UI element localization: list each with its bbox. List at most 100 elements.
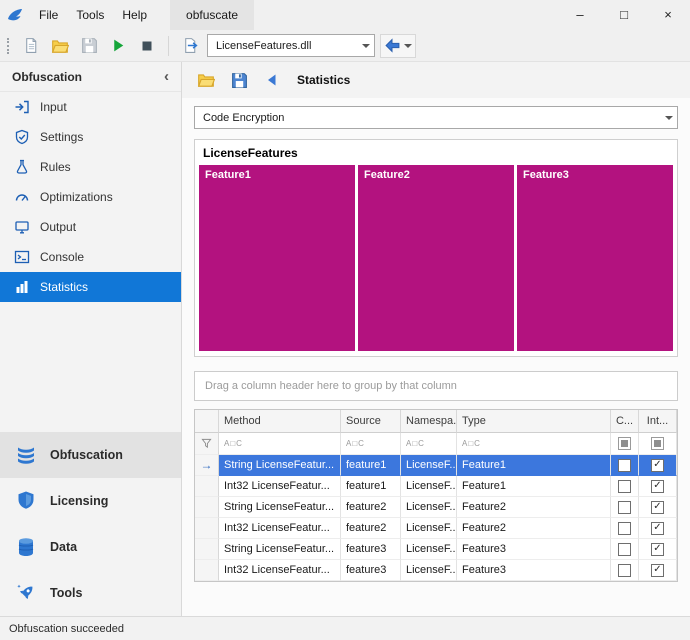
- filter-cell-namespace[interactable]: A□C: [401, 433, 457, 455]
- sidebar-item-input[interactable]: Input: [0, 92, 181, 122]
- back-arrow-split-button[interactable]: [380, 34, 416, 58]
- column-header-int[interactable]: Int...: [639, 410, 677, 433]
- checkbox[interactable]: [618, 543, 631, 556]
- open-statistics-button[interactable]: [194, 68, 218, 92]
- cell-int-checkbox[interactable]: ✓: [639, 455, 677, 476]
- column-header-method[interactable]: Method: [219, 410, 341, 433]
- sidebar-item-optimizations[interactable]: Optimizations: [0, 182, 181, 212]
- cell-namespace[interactable]: LicenseF...: [401, 497, 457, 518]
- cell-method[interactable]: String LicenseFeatur...: [219, 539, 341, 560]
- module-licensing[interactable]: Licensing: [0, 478, 181, 524]
- sidebar-item-statistics[interactable]: Statistics: [0, 272, 181, 302]
- cell-int-checkbox[interactable]: ✓: [639, 539, 677, 560]
- treemap-block-feature1[interactable]: Feature1: [199, 165, 355, 351]
- cell-c-checkbox[interactable]: [611, 476, 639, 497]
- export-assembly-button[interactable]: [178, 34, 202, 58]
- toolbar-grip-handle[interactable]: [7, 38, 11, 54]
- open-project-button[interactable]: [48, 34, 72, 58]
- cell-c-checkbox[interactable]: [611, 518, 639, 539]
- grid-row[interactable]: Int32 LicenseFeatur... feature1 LicenseF…: [195, 476, 677, 497]
- cell-type[interactable]: Feature2: [457, 497, 611, 518]
- cell-method[interactable]: Int32 LicenseFeatur...: [219, 518, 341, 539]
- cell-source[interactable]: feature3: [341, 539, 401, 560]
- module-data[interactable]: Data: [0, 524, 181, 570]
- cell-namespace[interactable]: LicenseF...: [401, 539, 457, 560]
- grid-row[interactable]: String LicenseFeatur... feature2 License…: [195, 497, 677, 518]
- column-header-type[interactable]: Type: [457, 410, 611, 433]
- maximize-button[interactable]: □: [602, 0, 646, 30]
- column-header-source[interactable]: Source: [341, 410, 401, 433]
- back-arrow-dropdown-icon[interactable]: [404, 44, 412, 48]
- checkbox[interactable]: [618, 480, 631, 493]
- cell-namespace[interactable]: LicenseF...: [401, 476, 457, 497]
- cell-int-checkbox[interactable]: ✓: [639, 476, 677, 497]
- cell-type[interactable]: Feature3: [457, 560, 611, 581]
- grid-row[interactable]: Int32 LicenseFeatur... feature2 LicenseF…: [195, 518, 677, 539]
- cell-namespace[interactable]: LicenseF...: [401, 455, 457, 476]
- treemap-block-feature2[interactable]: Feature2: [358, 165, 514, 351]
- column-header-namespace[interactable]: Namespa...: [401, 410, 457, 433]
- cell-method[interactable]: String LicenseFeatur...: [219, 455, 341, 476]
- filter-cell-int[interactable]: [639, 433, 677, 455]
- close-button[interactable]: ×: [646, 0, 690, 30]
- cell-int-checkbox[interactable]: ✓: [639, 497, 677, 518]
- filter-cell-source[interactable]: A□C: [341, 433, 401, 455]
- stop-button[interactable]: [135, 34, 159, 58]
- checkbox[interactable]: ✓: [651, 459, 664, 472]
- sidebar-item-settings[interactable]: Settings: [0, 122, 181, 152]
- sidebar-collapse-button[interactable]: ‹: [164, 68, 169, 85]
- grid-row[interactable]: Int32 LicenseFeatur... feature3 LicenseF…: [195, 560, 677, 581]
- minimize-button[interactable]: –: [558, 0, 602, 30]
- cell-method[interactable]: String LicenseFeatur...: [219, 497, 341, 518]
- checkbox[interactable]: ✓: [651, 543, 664, 556]
- save-project-button[interactable]: [77, 34, 101, 58]
- filter-cell-type[interactable]: A□C: [457, 433, 611, 455]
- cell-c-checkbox[interactable]: [611, 455, 639, 476]
- menu-file[interactable]: File: [30, 0, 67, 30]
- group-by-panel[interactable]: Drag a column header here to group by th…: [194, 371, 678, 401]
- save-statistics-button[interactable]: [227, 68, 251, 92]
- cell-namespace[interactable]: LicenseF...: [401, 518, 457, 539]
- column-header-c[interactable]: C...: [611, 410, 639, 433]
- cell-source[interactable]: feature1: [341, 455, 401, 476]
- sidebar-item-rules[interactable]: Rules: [0, 152, 181, 182]
- cell-method[interactable]: Int32 LicenseFeatur...: [219, 560, 341, 581]
- grid-row[interactable]: → String LicenseFeatur... feature1 Licen…: [195, 455, 677, 476]
- checkbox[interactable]: [618, 459, 631, 472]
- checkbox[interactable]: ✓: [651, 522, 664, 535]
- cell-namespace[interactable]: LicenseF...: [401, 560, 457, 581]
- menu-help[interactable]: Help: [113, 0, 156, 30]
- encryption-mode-dropdown[interactable]: [660, 107, 677, 128]
- treemap-block-feature3[interactable]: Feature3: [517, 165, 673, 351]
- filter-cell-method[interactable]: A□C: [219, 433, 341, 455]
- cell-type[interactable]: Feature3: [457, 539, 611, 560]
- cell-source[interactable]: feature3: [341, 560, 401, 581]
- cell-c-checkbox[interactable]: [611, 539, 639, 560]
- cell-c-checkbox[interactable]: [611, 497, 639, 518]
- cell-type[interactable]: Feature1: [457, 455, 611, 476]
- sidebar-item-output[interactable]: Output: [0, 212, 181, 242]
- filter-cell-c[interactable]: [611, 433, 639, 455]
- checkbox[interactable]: ✓: [651, 501, 664, 514]
- checkbox[interactable]: ✓: [651, 564, 664, 577]
- menu-tools[interactable]: Tools: [67, 0, 113, 30]
- checkbox[interactable]: ✓: [651, 480, 664, 493]
- module-obfuscation[interactable]: Obfuscation: [0, 432, 181, 478]
- checkbox[interactable]: [618, 564, 631, 577]
- cell-source[interactable]: feature1: [341, 476, 401, 497]
- assembly-combobox[interactable]: LicenseFeatures.dll: [207, 34, 375, 57]
- encryption-mode-combobox[interactable]: Code Encryption: [194, 106, 678, 129]
- cell-int-checkbox[interactable]: ✓: [639, 560, 677, 581]
- grid-row[interactable]: String LicenseFeatur... feature3 License…: [195, 539, 677, 560]
- sidebar-item-console[interactable]: Console: [0, 242, 181, 272]
- new-project-button[interactable]: [19, 34, 43, 58]
- navigate-back-button[interactable]: [260, 68, 284, 92]
- cell-type[interactable]: Feature2: [457, 518, 611, 539]
- cell-type[interactable]: Feature1: [457, 476, 611, 497]
- cell-c-checkbox[interactable]: [611, 560, 639, 581]
- checkbox[interactable]: [618, 501, 631, 514]
- assembly-combobox-dropdown[interactable]: [357, 35, 374, 56]
- cell-source[interactable]: feature2: [341, 518, 401, 539]
- cell-method[interactable]: Int32 LicenseFeatur...: [219, 476, 341, 497]
- checkbox[interactable]: [618, 522, 631, 535]
